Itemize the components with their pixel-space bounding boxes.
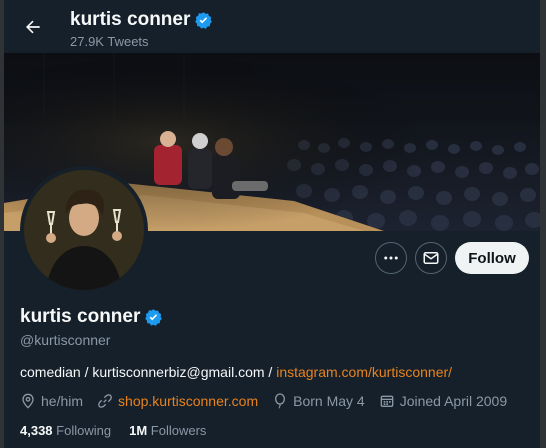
calendar-icon bbox=[380, 395, 394, 407]
avatar-border bbox=[20, 166, 148, 294]
bio-text: comedian / kurtisconnerbiz@gmail.com / bbox=[20, 364, 277, 380]
following-label: Following bbox=[56, 423, 112, 438]
verified-badge-icon[interactable] bbox=[144, 308, 163, 327]
window-border-right bbox=[540, 0, 546, 448]
follow-button[interactable]: Follow bbox=[455, 242, 529, 274]
header-display-name: kurtis conner bbox=[70, 9, 191, 30]
header-name-row: kurtis conner bbox=[70, 9, 213, 31]
followers-label: Followers bbox=[150, 423, 207, 438]
followers-count: 1M bbox=[129, 423, 148, 438]
pronouns-text: he/him bbox=[41, 393, 84, 409]
message-button[interactable] bbox=[415, 242, 447, 274]
profile-page: kurtis conner 27.9K Tweets Follow kurtis… bbox=[0, 0, 546, 448]
envelope-icon bbox=[423, 252, 439, 264]
arrow-left-icon bbox=[26, 20, 40, 34]
link-icon bbox=[98, 394, 112, 408]
website-link[interactable]: shop.kurtisconner.com bbox=[118, 393, 258, 409]
pronouns-item: he/him bbox=[20, 393, 83, 409]
back-button[interactable] bbox=[16, 10, 50, 44]
more-dots-icon bbox=[384, 256, 398, 260]
birthday-text: Born May 4 bbox=[293, 393, 365, 409]
more-options-button[interactable] bbox=[375, 242, 407, 274]
header-tweet-count: 27.9K Tweets bbox=[70, 34, 149, 49]
balloon-icon bbox=[275, 393, 286, 409]
follow-stats-row: 4,338 Following 1M Followers bbox=[20, 423, 224, 438]
joined-text: Joined April 2009 bbox=[399, 393, 508, 409]
profile-display-name: kurtis conner bbox=[20, 306, 141, 327]
following-count: 4,338 bbox=[20, 423, 53, 438]
profile-bio: comedian / kurtisconnerbiz@gmail.com / i… bbox=[20, 364, 452, 380]
birthday-item: Born May 4 bbox=[272, 393, 365, 409]
profile-name-row: kurtis conner bbox=[20, 306, 163, 328]
website-item: shop.kurtisconner.com bbox=[97, 393, 258, 409]
profile-meta-row: he/him shop.kurtisconner.com Born May 4 bbox=[20, 393, 521, 409]
location-pin-icon bbox=[22, 393, 34, 409]
verified-badge-icon bbox=[195, 11, 213, 29]
profile-header-bar: kurtis conner 27.9K Tweets bbox=[4, 0, 540, 53]
profile-handle: @kurtisconner bbox=[20, 332, 111, 348]
avatar[interactable] bbox=[24, 170, 144, 290]
avatar-photo bbox=[24, 170, 144, 290]
bio-instagram-link[interactable]: instagram.com/kurtisconner/ bbox=[276, 364, 452, 380]
joined-item: Joined April 2009 bbox=[379, 393, 507, 409]
following-link[interactable]: 4,338 Following bbox=[20, 423, 111, 438]
followers-link[interactable]: 1M Followers bbox=[129, 423, 206, 438]
